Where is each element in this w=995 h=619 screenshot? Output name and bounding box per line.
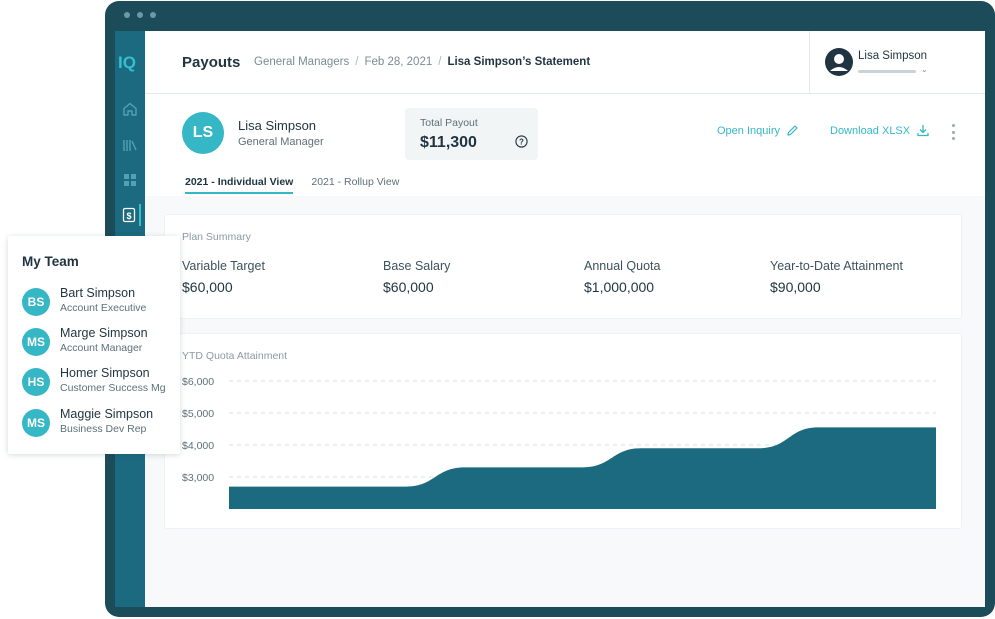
help-icon[interactable]: ?: [515, 135, 528, 148]
team-member[interactable]: MS Maggie Simpson Business Dev Rep: [22, 404, 180, 438]
metric-variable-target: Variable Target $60,000: [182, 259, 265, 295]
library-icon[interactable]: [119, 134, 141, 156]
view-tabs: 2021 - Individual View 2021 - Rollup Vie…: [185, 176, 399, 194]
member-name: Homer Simpson: [60, 366, 150, 380]
statement-dollar-icon[interactable]: $: [119, 204, 141, 226]
team-member[interactable]: HS Homer Simpson Customer Success Mg: [22, 363, 180, 397]
window-dots: [124, 12, 156, 18]
kebab-dot: [951, 130, 955, 134]
total-payout-label: Total Payout: [420, 117, 478, 129]
member-name: Marge Simpson: [60, 326, 148, 340]
breadcrumb-item[interactable]: General Managers: [254, 56, 349, 68]
total-payout-value: $11,300: [420, 134, 477, 151]
y-tick-label: $6,000: [182, 376, 214, 388]
metric-ytd-attainment: Year-to-Date Attainment $90,000: [770, 259, 903, 295]
member-role: Customer Success Mg: [60, 382, 166, 394]
member-role: Account Executive: [60, 302, 147, 314]
member-name: Maggie Simpson: [60, 407, 154, 421]
metric-value: $60,000: [383, 279, 434, 295]
dashboard-grid-icon[interactable]: [119, 169, 141, 191]
plan-summary-title: Plan Summary: [182, 231, 251, 243]
breadcrumb-separator: /: [438, 56, 442, 68]
statement-person-name: Lisa Simpson: [238, 118, 317, 133]
metric-label: Year-to-Date Attainment: [770, 259, 903, 273]
metric-base-salary: Base Salary $60,000: [383, 259, 450, 295]
kebab-dot: [951, 124, 955, 127]
window-dot: [124, 12, 130, 18]
app-logo[interactable]: IQ: [118, 53, 136, 73]
attainment-area-series: [229, 427, 936, 509]
metric-label: Base Salary: [383, 259, 451, 273]
avatar: LS: [182, 112, 224, 154]
member-role: Account Manager: [60, 342, 143, 354]
window-dot: [150, 12, 156, 18]
metric-annual-quota: Annual Quota $1,000,000: [584, 259, 660, 295]
open-inquiry-label: Open Inquiry: [717, 124, 780, 137]
device-frame: IQ $ Payouts General Managers / Feb 28, …: [105, 1, 995, 617]
user-avatar-icon: [825, 48, 853, 76]
tab-rollup-view[interactable]: 2021 - Rollup View: [311, 176, 399, 194]
statement-person-role: General Manager: [238, 136, 324, 148]
top-header: Payouts General Managers / Feb 28, 2021 …: [145, 31, 985, 94]
total-payout-box: Total Payout $11,300 ?: [405, 108, 538, 160]
metric-label: Variable Target: [182, 259, 265, 273]
statement-header: LS Lisa Simpson General Manager Total Pa…: [145, 94, 985, 196]
my-team-panel: My Team BS Bart Simpson Account Executiv…: [8, 236, 180, 454]
member-name: Bart Simpson: [60, 286, 136, 300]
svg-text:$: $: [126, 211, 131, 221]
breadcrumb-item[interactable]: Feb 28, 2021: [364, 56, 432, 68]
plan-summary-card: Plan Summary Variable Target $60,000 Bas…: [164, 214, 962, 319]
download-icon: [917, 125, 929, 137]
user-name: Lisa Simpson: [858, 50, 928, 62]
team-member[interactable]: BS Bart Simpson Account Executive: [22, 283, 180, 317]
download-xlsx-label: Download XLSX: [830, 124, 911, 137]
y-tick-label: $5,000: [182, 408, 214, 420]
download-xlsx-button[interactable]: Download XLSX: [830, 124, 930, 137]
y-tick-label: $4,000: [182, 440, 214, 452]
breadcrumb-current: Lisa Simpson’s Statement: [447, 56, 591, 68]
window-dot: [137, 12, 143, 18]
breadcrumb-separator: /: [355, 56, 359, 68]
user-underline: [858, 70, 916, 73]
y-tick-label: $3,000: [182, 472, 214, 484]
pencil-icon: [787, 125, 798, 136]
member-role: Business Dev Rep: [60, 423, 147, 435]
open-inquiry-button[interactable]: Open Inquiry: [717, 124, 799, 137]
metric-label: Annual Quota: [584, 259, 661, 273]
team-member[interactable]: MS Marge Simpson Account Manager: [22, 323, 180, 357]
tab-individual-view[interactable]: 2021 - Individual View: [185, 176, 294, 194]
metric-value: $1,000,000: [584, 279, 655, 295]
metric-value: $60,000: [182, 279, 233, 295]
chevron-down-icon[interactable]: ⌄: [921, 65, 928, 74]
more-options-icon[interactable]: [951, 124, 955, 140]
breadcrumb: General Managers / Feb 28, 2021 / Lisa S…: [254, 56, 590, 68]
quota-attainment-chart: $6,000 $5,000 $4,000 $3,000: [182, 376, 937, 509]
kebab-dot: [951, 137, 955, 140]
metric-value: $90,000: [770, 279, 821, 295]
page-title: Payouts: [182, 54, 241, 71]
avatar: HS: [22, 368, 50, 396]
avatar: MS: [22, 409, 50, 437]
svg-text:?: ?: [519, 137, 524, 146]
home-icon[interactable]: [119, 98, 141, 120]
quota-attainment-card: YTD Quota Attainment $6,000 $5,000 $4,000 $…: [164, 333, 962, 529]
avatar: MS: [22, 328, 50, 356]
my-team-title: My Team: [22, 254, 79, 269]
app-screen: IQ $ Payouts General Managers / Feb 28, …: [115, 31, 985, 607]
user-menu[interactable]: Lisa Simpson ⌄: [809, 31, 985, 94]
avatar: BS: [22, 288, 50, 316]
